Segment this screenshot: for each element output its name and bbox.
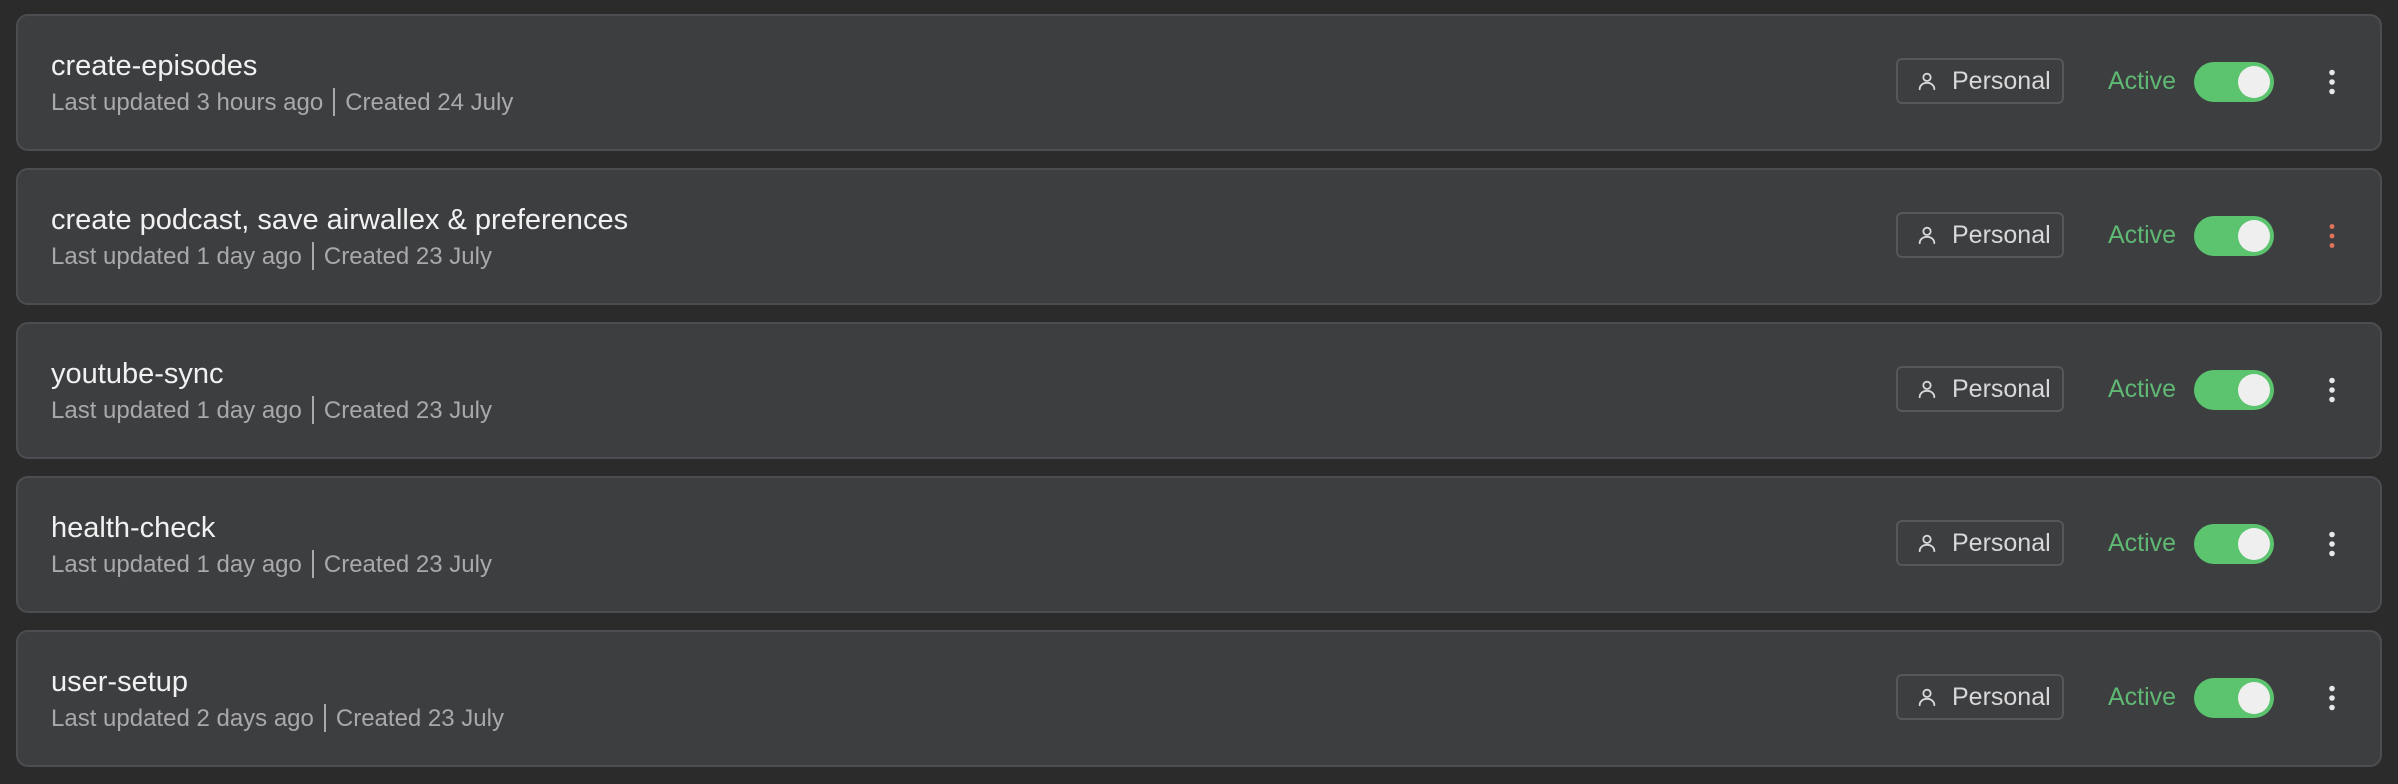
workflow-title[interactable]: create-episodes <box>51 50 257 83</box>
workflow-meta: Last updated 2 days ago Created 23 July <box>51 704 504 733</box>
more-options-button[interactable] <box>2320 522 2344 566</box>
owner-badge-label: Personal <box>1952 220 2051 249</box>
last-updated-text: Last updated 1 day ago <box>51 243 302 270</box>
owner-badge-label: Personal <box>1952 66 2051 95</box>
last-updated-text: Last updated 2 days ago <box>51 705 314 732</box>
status-label: Active <box>2108 221 2177 249</box>
workflow-list: create-episodes Last updated 3 hours ago… <box>16 14 2382 784</box>
status-label: Active <box>2108 529 2177 557</box>
owner-badge: Personal <box>1896 58 2064 104</box>
user-icon <box>1918 534 1936 553</box>
toggle-knob <box>2238 528 2270 560</box>
workflow-row[interactable]: user-setup Last updated 2 days ago Create… <box>16 630 2382 767</box>
workflow-meta: Last updated 1 day ago Created 23 July <box>51 396 492 425</box>
toggle-knob <box>2238 220 2270 252</box>
active-toggle[interactable] <box>2194 678 2274 718</box>
last-updated-text: Last updated 1 day ago <box>51 551 302 578</box>
toggle-knob <box>2238 66 2270 98</box>
workflow-title[interactable]: youtube-sync <box>51 358 224 391</box>
owner-badge: Personal <box>1896 674 2064 720</box>
toggle-knob <box>2238 682 2270 714</box>
last-updated-text: Last updated 1 day ago <box>51 397 302 424</box>
user-icon <box>1918 226 1936 245</box>
created-text: Created 23 July <box>323 243 492 270</box>
last-updated-text: Last updated 3 hours ago <box>51 89 324 116</box>
active-toggle[interactable] <box>2194 62 2274 102</box>
meta-divider <box>311 550 314 578</box>
workflow-meta: Last updated 1 day ago Created 23 July <box>51 242 492 271</box>
user-icon <box>1918 688 1936 707</box>
workflow-meta: Last updated 1 day ago Created 23 July <box>51 550 492 579</box>
status-label: Active <box>2108 67 2177 95</box>
owner-badge: Personal <box>1896 520 2064 566</box>
created-text: Created 23 July <box>335 705 504 732</box>
workflow-title[interactable]: health-check <box>51 512 215 545</box>
meta-divider <box>333 88 336 116</box>
active-toggle[interactable] <box>2194 524 2274 564</box>
workflow-row[interactable]: create-episodes Last updated 3 hours ago… <box>16 14 2382 151</box>
user-icon <box>1918 72 1936 91</box>
more-options-button[interactable] <box>2320 214 2344 258</box>
more-vertical-icon <box>2329 531 2335 557</box>
workflow-row[interactable]: create podcast, save airwallex & prefere… <box>16 168 2382 305</box>
owner-badge-label: Personal <box>1952 682 2051 711</box>
more-options-button[interactable] <box>2320 676 2344 720</box>
toggle-knob <box>2238 374 2270 406</box>
workflow-row[interactable]: youtube-sync Last updated 1 day ago Creat… <box>16 322 2382 459</box>
owner-badge-label: Personal <box>1952 374 2051 403</box>
more-options-button[interactable] <box>2320 368 2344 412</box>
owner-badge: Personal <box>1896 212 2064 258</box>
more-options-button[interactable] <box>2320 60 2344 104</box>
workflow-title[interactable]: user-setup <box>51 666 188 699</box>
workflow-title[interactable]: create podcast, save airwallex & prefere… <box>51 204 628 237</box>
workflow-row[interactable]: health-check Last updated 1 day ago Creat… <box>16 476 2382 613</box>
active-toggle[interactable] <box>2194 370 2274 410</box>
owner-badge-label: Personal <box>1952 528 2051 557</box>
meta-divider <box>311 242 314 270</box>
workflow-meta: Last updated 3 hours ago Created 24 July <box>51 88 513 117</box>
more-vertical-icon <box>2329 685 2335 711</box>
created-text: Created 23 July <box>323 551 492 578</box>
meta-divider <box>323 704 326 732</box>
status-label: Active <box>2108 683 2177 711</box>
user-icon <box>1918 380 1936 399</box>
active-toggle[interactable] <box>2194 216 2274 256</box>
created-text: Created 24 July <box>345 89 514 116</box>
more-vertical-icon <box>2329 224 2335 248</box>
owner-badge: Personal <box>1896 366 2064 412</box>
more-vertical-icon <box>2329 69 2335 95</box>
status-label: Active <box>2108 375 2177 403</box>
meta-divider <box>311 396 314 424</box>
more-vertical-icon <box>2329 377 2335 403</box>
created-text: Created 23 July <box>323 397 492 424</box>
